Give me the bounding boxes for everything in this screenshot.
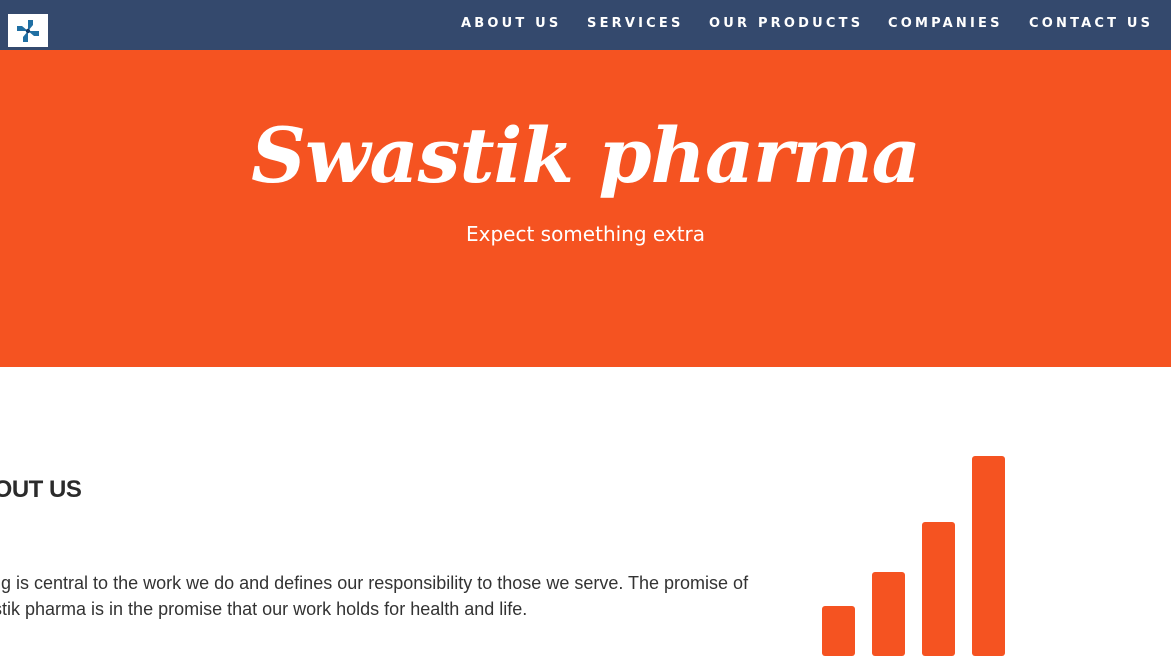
- bar-chart-icon: [822, 456, 1006, 656]
- nav-companies[interactable]: COMPANIES: [888, 16, 1003, 31]
- top-navbar: ABOUT US SERVICES OUR PRODUCTS COMPANIES…: [0, 0, 1171, 50]
- hero-title: Swastik pharma: [251, 111, 921, 200]
- graphic-bar: [872, 572, 905, 656]
- nav-services[interactable]: SERVICES: [587, 16, 684, 31]
- about-heading: ABOUT US: [0, 476, 82, 503]
- hero-tagline: Expect something extra: [465, 222, 706, 246]
- graphic-bar: [972, 456, 1005, 656]
- about-text-line: Swastik pharma is in the promise that ou…: [0, 599, 528, 619]
- about-text: Caring is central to the work we do and …: [0, 570, 773, 622]
- pinwheel-logo-icon: [17, 19, 39, 42]
- nav-contact-us[interactable]: CONTACT US: [1029, 16, 1153, 31]
- nav-about-us[interactable]: ABOUT US: [461, 16, 562, 31]
- about-text-line: Caring is central to the work we do and …: [0, 573, 749, 593]
- logo[interactable]: [8, 14, 48, 47]
- nav-our-products[interactable]: OUR PRODUCTS: [709, 16, 863, 31]
- graphic-bar: [922, 522, 955, 656]
- hero-banner: Swastik pharma Expect something extra: [0, 50, 1171, 367]
- graphic-bar: [822, 606, 855, 656]
